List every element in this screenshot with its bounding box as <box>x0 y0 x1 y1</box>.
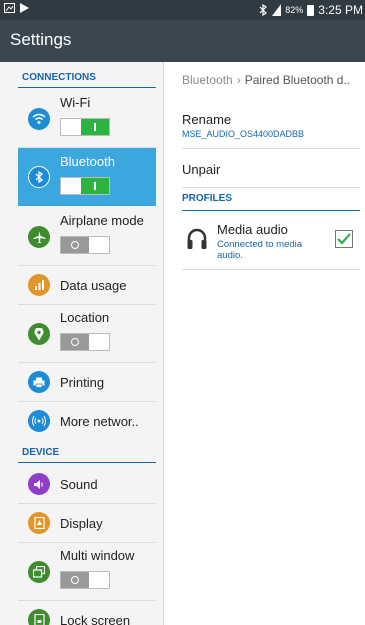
bluetooth-status-icon <box>259 4 268 16</box>
location-toggle[interactable] <box>60 333 110 351</box>
sidebar-item-label: Lock screen <box>60 613 131 625</box>
wifi-toggle[interactable] <box>60 118 110 136</box>
sidebar-item-lock-screen[interactable]: Lock screen <box>18 601 156 625</box>
airplane-mode-toggle[interactable] <box>60 236 110 254</box>
app-bar: Settings <box>0 20 365 62</box>
rename-title: Rename <box>182 112 232 127</box>
location-icon <box>28 323 50 345</box>
section-header-connections: CONNECTIONS <box>0 68 156 88</box>
sidebar-item-display[interactable]: Display <box>18 504 156 543</box>
sidebar-item-airplane-mode[interactable]: Airplane mode <box>18 208 156 266</box>
sidebar-item-label: Multi window <box>60 548 135 563</box>
sidebar-item-label: Sound <box>60 477 98 492</box>
play-store-notification-icon <box>20 3 29 13</box>
multi-window-icon <box>28 561 50 583</box>
battery-percent: 82% <box>285 5 304 15</box>
sidebar-item-location[interactable]: Location <box>18 305 156 363</box>
sidebar-item-printing[interactable]: Printing <box>18 363 156 402</box>
checkmark-icon <box>337 233 351 245</box>
more-networks-icon <box>28 410 50 432</box>
page-title: Settings <box>10 30 72 49</box>
sidebar-item-data-usage[interactable]: Data usage <box>18 266 156 305</box>
sidebar-item-label: Bluetooth <box>60 154 115 169</box>
lock-screen-icon <box>28 609 50 625</box>
clock: 3:25 PM <box>318 3 363 17</box>
data-usage-icon <box>28 274 50 296</box>
sound-icon <box>28 473 50 495</box>
media-audio-status: Connected to media audio. <box>217 239 303 261</box>
bluetooth-icon <box>28 166 50 188</box>
display-icon <box>28 512 50 534</box>
media-audio-checkbox[interactable] <box>335 230 353 248</box>
gallery-notification-icon <box>4 3 15 13</box>
sidebar-item-more-networks[interactable]: More networ.. <box>18 402 156 441</box>
headphones-icon <box>187 228 207 249</box>
notification-icons <box>4 3 29 13</box>
breadcrumb-current: Paired Bluetooth d.. <box>244 73 351 87</box>
sidebar-item-bluetooth[interactable]: Bluetooth <box>18 148 156 206</box>
settings-screen: 82% 3:25 PM Settings CONNECTIONS Wi-Fi B… <box>0 0 365 625</box>
section-header-profiles: PROFILES <box>182 193 360 211</box>
sidebar-item-label: Printing <box>60 375 105 390</box>
sidebar-item-multi-window[interactable]: Multi window <box>18 543 156 601</box>
settings-sidebar: CONNECTIONS Wi-Fi Bluetooth Airplane mod… <box>0 62 164 625</box>
status-icons: 82% 3:25 PM <box>258 2 363 18</box>
airplane-icon <box>28 226 50 248</box>
breadcrumb: Bluetooth › Paired Bluetooth d.. <box>182 73 350 87</box>
breadcrumb-root[interactable]: Bluetooth <box>182 73 233 87</box>
sidebar-item-sound[interactable]: Sound <box>18 465 156 504</box>
unpair-row[interactable]: Unpair <box>182 150 360 188</box>
bluetooth-device-detail: Bluetooth › Paired Bluetooth d.. Rename MS… <box>165 62 365 625</box>
unpair-label: Unpair <box>182 162 221 177</box>
sidebar-item-label: Data usage <box>60 278 127 293</box>
sidebar-item-label: Location <box>60 310 110 325</box>
section-header-device: DEVICE <box>0 443 156 463</box>
sidebar-item-label: Display <box>60 516 103 531</box>
sidebar-item-label: Wi-Fi <box>60 95 91 110</box>
sidebar-item-label: Airplane mode <box>60 213 144 228</box>
signal-icon <box>272 4 282 16</box>
bluetooth-toggle[interactable] <box>60 177 110 195</box>
sidebar-item-wifi[interactable]: Wi-Fi <box>18 90 156 148</box>
rename-row[interactable]: Rename MSE_AUDIO_OS4400DADBB <box>182 107 360 149</box>
media-audio-title: Media audio <box>217 222 288 237</box>
printer-icon <box>28 371 50 393</box>
media-audio-row[interactable]: Media audio Connected to media audio. <box>182 212 360 270</box>
battery-icon <box>307 4 315 16</box>
sidebar-item-label: More networ.. <box>60 414 139 429</box>
status-bar: 82% 3:25 PM <box>0 0 365 20</box>
multi-window-toggle[interactable] <box>60 571 110 589</box>
device-name: MSE_AUDIO_OS4400DADBB <box>182 129 305 139</box>
wifi-icon <box>28 108 50 130</box>
breadcrumb-separator-icon: › <box>236 73 241 87</box>
